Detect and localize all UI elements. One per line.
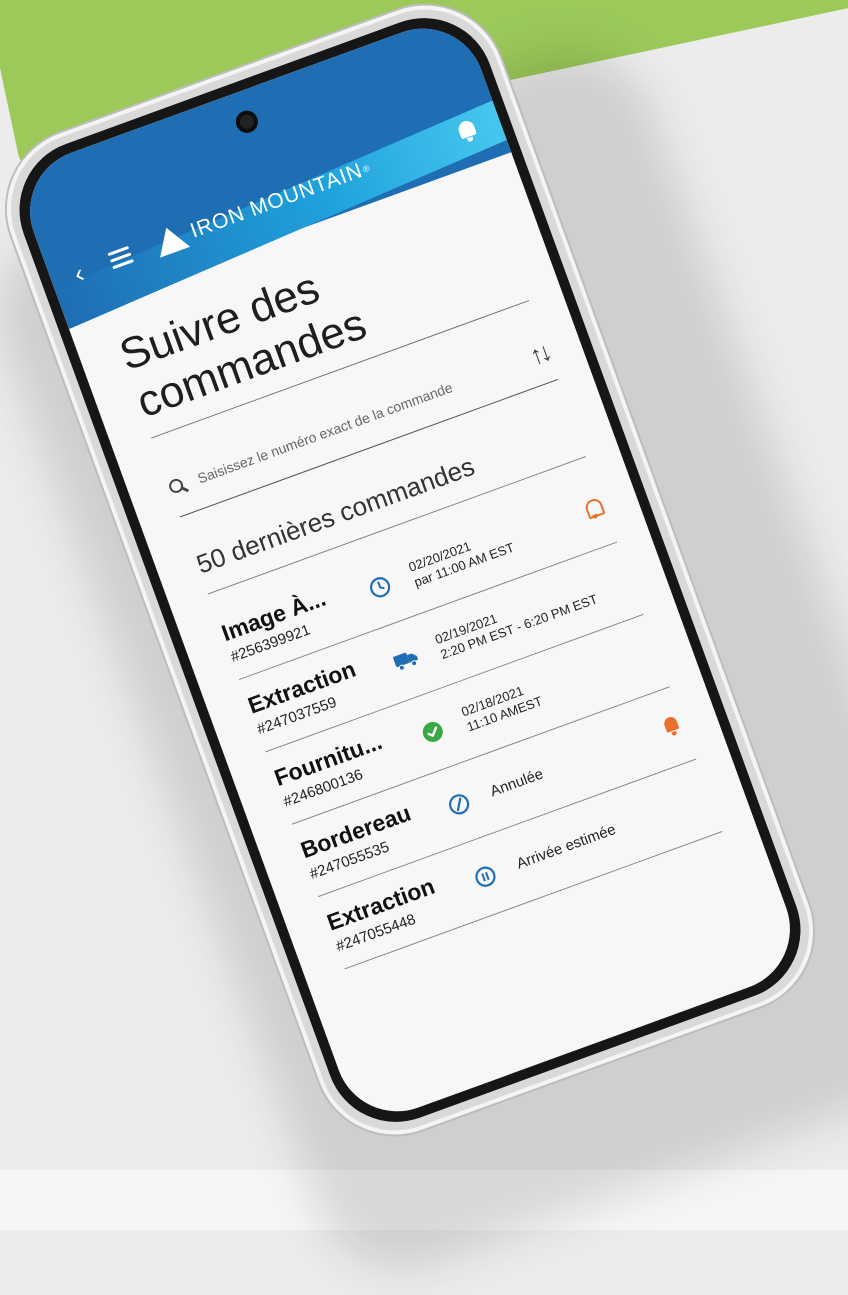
sort-arrows-icon[interactable]: ↑↓ — [525, 337, 553, 372]
mountain-logo-icon — [151, 222, 191, 258]
search-icon — [167, 476, 188, 497]
hamburger-menu-icon[interactable] — [107, 244, 138, 270]
